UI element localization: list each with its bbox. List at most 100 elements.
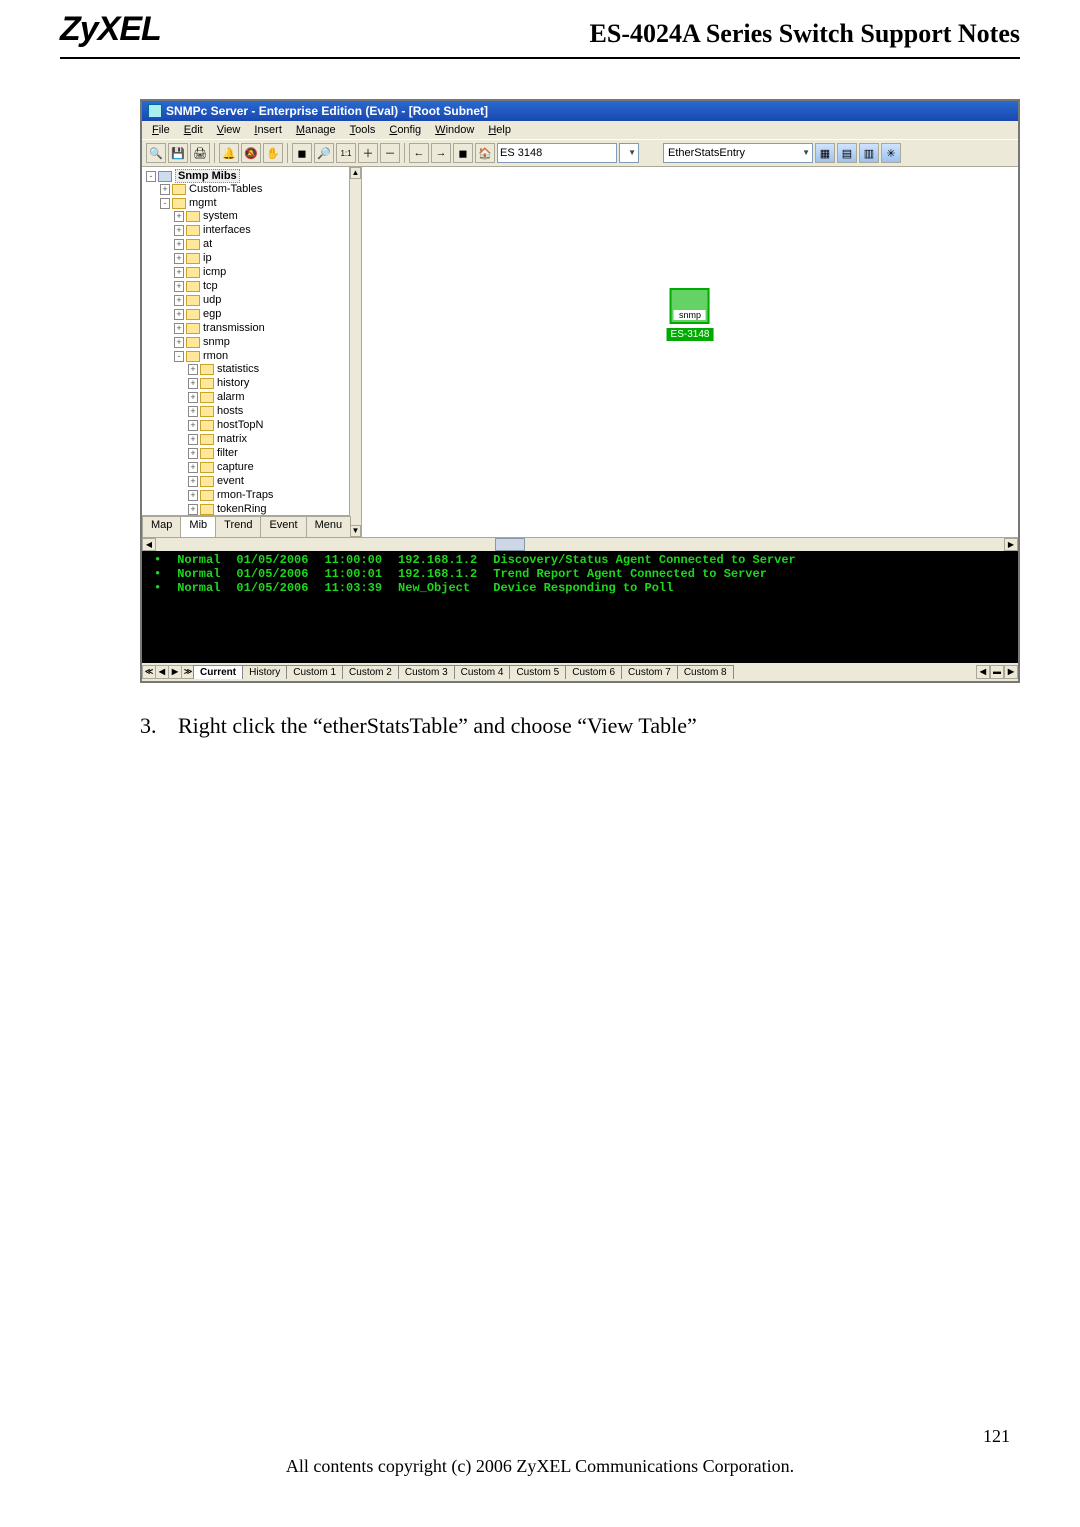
menu-insert[interactable]: Insert bbox=[248, 123, 288, 137]
tree-alarm[interactable]: alarm bbox=[217, 391, 245, 403]
tree-snmp[interactable]: snmp bbox=[203, 336, 230, 348]
map-device[interactable]: ES-3148 bbox=[667, 288, 714, 342]
tree-hosttopn[interactable]: hostTopN bbox=[217, 419, 263, 431]
tree-statistics[interactable]: statistics bbox=[217, 363, 259, 375]
page-title: ES-4024A Series Switch Support Notes bbox=[161, 19, 1020, 49]
tree-root[interactable]: Snmp Mibs bbox=[175, 169, 240, 183]
step-text: Right click the “etherStatsTable” and ch… bbox=[178, 713, 697, 739]
tree-tcp[interactable]: tcp bbox=[203, 280, 218, 292]
tree-system[interactable]: system bbox=[203, 210, 238, 222]
logtab-current[interactable]: Current bbox=[193, 665, 243, 679]
tool-zoom-icon[interactable]: 🔎 bbox=[314, 143, 334, 163]
event-log-pane: • Normal 01/05/2006 11:00:00 192.168.1.2… bbox=[142, 551, 1018, 681]
logtab-hscroll-left-icon[interactable]: ◀ bbox=[976, 665, 990, 679]
logtab-hscroll-thumb[interactable]: ▬ bbox=[990, 665, 1004, 679]
tool-forward-icon[interactable]: → bbox=[431, 143, 451, 163]
logtab-c2[interactable]: Custom 2 bbox=[342, 665, 399, 679]
toolbar-search-input[interactable] bbox=[497, 143, 617, 163]
scroll-down-icon[interactable]: ▼ bbox=[350, 525, 361, 537]
logtab-c5[interactable]: Custom 5 bbox=[509, 665, 566, 679]
tool-table-icon[interactable]: ▦ bbox=[815, 143, 835, 163]
tool-print-icon[interactable]: 🖨 bbox=[190, 143, 210, 163]
tree-udp[interactable]: udp bbox=[203, 294, 221, 306]
tree-capture[interactable]: capture bbox=[217, 461, 254, 473]
logtab-history[interactable]: History bbox=[242, 665, 287, 679]
menu-manage[interactable]: Manage bbox=[290, 123, 342, 137]
logtab-c3[interactable]: Custom 3 bbox=[398, 665, 455, 679]
log-tabs: ≪ ◀ ▶ ≫ Current History Custom 1 Custom … bbox=[142, 663, 1018, 681]
instruction-step: 3. Right click the “etherStatsTable” and… bbox=[140, 713, 1020, 739]
logtab-c1[interactable]: Custom 1 bbox=[286, 665, 343, 679]
footer-copyright: All contents copyright (c) 2006 ZyXEL Co… bbox=[0, 1456, 1080, 1477]
menu-config[interactable]: Config bbox=[383, 123, 427, 137]
page-number: 121 bbox=[983, 1426, 1010, 1447]
tree-matrix[interactable]: matrix bbox=[217, 433, 247, 445]
menu-help[interactable]: Help bbox=[482, 123, 517, 137]
tool-back-icon[interactable]: ← bbox=[409, 143, 429, 163]
tool-stop2-icon[interactable]: ◼ bbox=[453, 143, 473, 163]
tree-custom[interactable]: Custom-Tables bbox=[189, 183, 262, 195]
tree-at[interactable]: at bbox=[203, 238, 212, 250]
logtab-hscroll-right-icon[interactable]: ▶ bbox=[1004, 665, 1018, 679]
tool-stop-icon[interactable]: ◼ bbox=[292, 143, 312, 163]
tree-event[interactable]: event bbox=[217, 475, 244, 487]
menu-file[interactable]: File bbox=[146, 123, 176, 137]
tab-map[interactable]: Map bbox=[142, 516, 181, 537]
log-row[interactable]: • Normal 01/05/2006 11:00:00 192.168.1.2… bbox=[146, 553, 804, 567]
tab-mib[interactable]: Mib bbox=[180, 516, 216, 537]
tool-find-icon[interactable]: 🔍 bbox=[146, 143, 166, 163]
tree-scrollbar[interactable]: ▲ ▼ bbox=[349, 167, 361, 537]
hscroll-right-icon[interactable]: ▶ bbox=[1004, 538, 1018, 551]
window-title: SNMPc Server - Enterprise Edition (Eval)… bbox=[166, 104, 488, 118]
menu-view[interactable]: View bbox=[211, 123, 247, 137]
tree-filter[interactable]: filter bbox=[217, 447, 238, 459]
logtab-c4[interactable]: Custom 4 bbox=[454, 665, 511, 679]
tab-event[interactable]: Event bbox=[260, 516, 306, 537]
scroll-up-icon[interactable]: ▲ bbox=[350, 167, 361, 179]
tree-transmission[interactable]: transmission bbox=[203, 322, 265, 334]
menu-tools[interactable]: Tools bbox=[344, 123, 382, 137]
tree-egp[interactable]: egp bbox=[203, 308, 221, 320]
logtab-c8[interactable]: Custom 8 bbox=[677, 665, 734, 679]
tree-history[interactable]: history bbox=[217, 377, 249, 389]
log-row[interactable]: • Normal 01/05/2006 11:03:39 New_Object … bbox=[146, 581, 804, 595]
logtab-next-icon[interactable]: ▶ bbox=[168, 665, 182, 679]
tool-zoomminus-icon[interactable]: － bbox=[380, 143, 400, 163]
window-titlebar: SNMPc Server - Enterprise Edition (Eval)… bbox=[142, 101, 1018, 121]
tool-graph-icon[interactable]: ▤ bbox=[837, 143, 857, 163]
tree-interfaces[interactable]: interfaces bbox=[203, 224, 251, 236]
logtab-first-icon[interactable]: ≪ bbox=[142, 665, 156, 679]
log-row[interactable]: • Normal 01/05/2006 11:00:01 192.168.1.2… bbox=[146, 567, 804, 581]
tool-bell-icon[interactable]: 🔔 bbox=[219, 143, 239, 163]
tool-bellx-icon[interactable]: 🔕 bbox=[241, 143, 261, 163]
hscroll-thumb[interactable] bbox=[495, 538, 525, 551]
map-hscrollbar[interactable]: ◀ ▶ bbox=[142, 537, 1018, 551]
hscroll-left-icon[interactable]: ◀ bbox=[142, 538, 156, 551]
logtab-c6[interactable]: Custom 6 bbox=[565, 665, 622, 679]
menu-edit[interactable]: Edit bbox=[178, 123, 209, 137]
tree-tokenring[interactable]: tokenRing bbox=[217, 503, 267, 515]
tool-home-icon[interactable]: 🏠 bbox=[475, 143, 495, 163]
tool-bar-icon[interactable]: ▥ bbox=[859, 143, 879, 163]
tab-menu[interactable]: Menu bbox=[306, 516, 352, 537]
tree-icmp[interactable]: icmp bbox=[203, 266, 226, 278]
toolbar-mib-select[interactable]: EtherStatsEntry bbox=[663, 143, 813, 163]
tree-rmon[interactable]: rmon bbox=[203, 350, 228, 362]
tree-rmontraps[interactable]: rmon-Traps bbox=[217, 489, 273, 501]
tree-ip[interactable]: ip bbox=[203, 252, 212, 264]
app-icon bbox=[148, 104, 162, 118]
tree-hosts[interactable]: hosts bbox=[217, 405, 243, 417]
tool-zoomplus-icon[interactable]: ＋ bbox=[358, 143, 378, 163]
map-pane[interactable]: ES-3148 bbox=[362, 167, 1018, 537]
tab-trend[interactable]: Trend bbox=[215, 516, 261, 537]
toolbar-search-dropdown[interactable] bbox=[619, 143, 639, 163]
tool-save-icon[interactable]: 💾 bbox=[168, 143, 188, 163]
screenshot: SNMPc Server - Enterprise Edition (Eval)… bbox=[140, 99, 1020, 683]
tool-zoom11-icon[interactable]: 1:1 bbox=[336, 143, 356, 163]
tree-mgmt[interactable]: mgmt bbox=[189, 197, 217, 209]
logtab-c7[interactable]: Custom 7 bbox=[621, 665, 678, 679]
tool-prop-icon[interactable]: ✳ bbox=[881, 143, 901, 163]
logtab-prev-icon[interactable]: ◀ bbox=[155, 665, 169, 679]
tool-hand-icon[interactable]: ✋ bbox=[263, 143, 283, 163]
menu-window[interactable]: Window bbox=[429, 123, 480, 137]
